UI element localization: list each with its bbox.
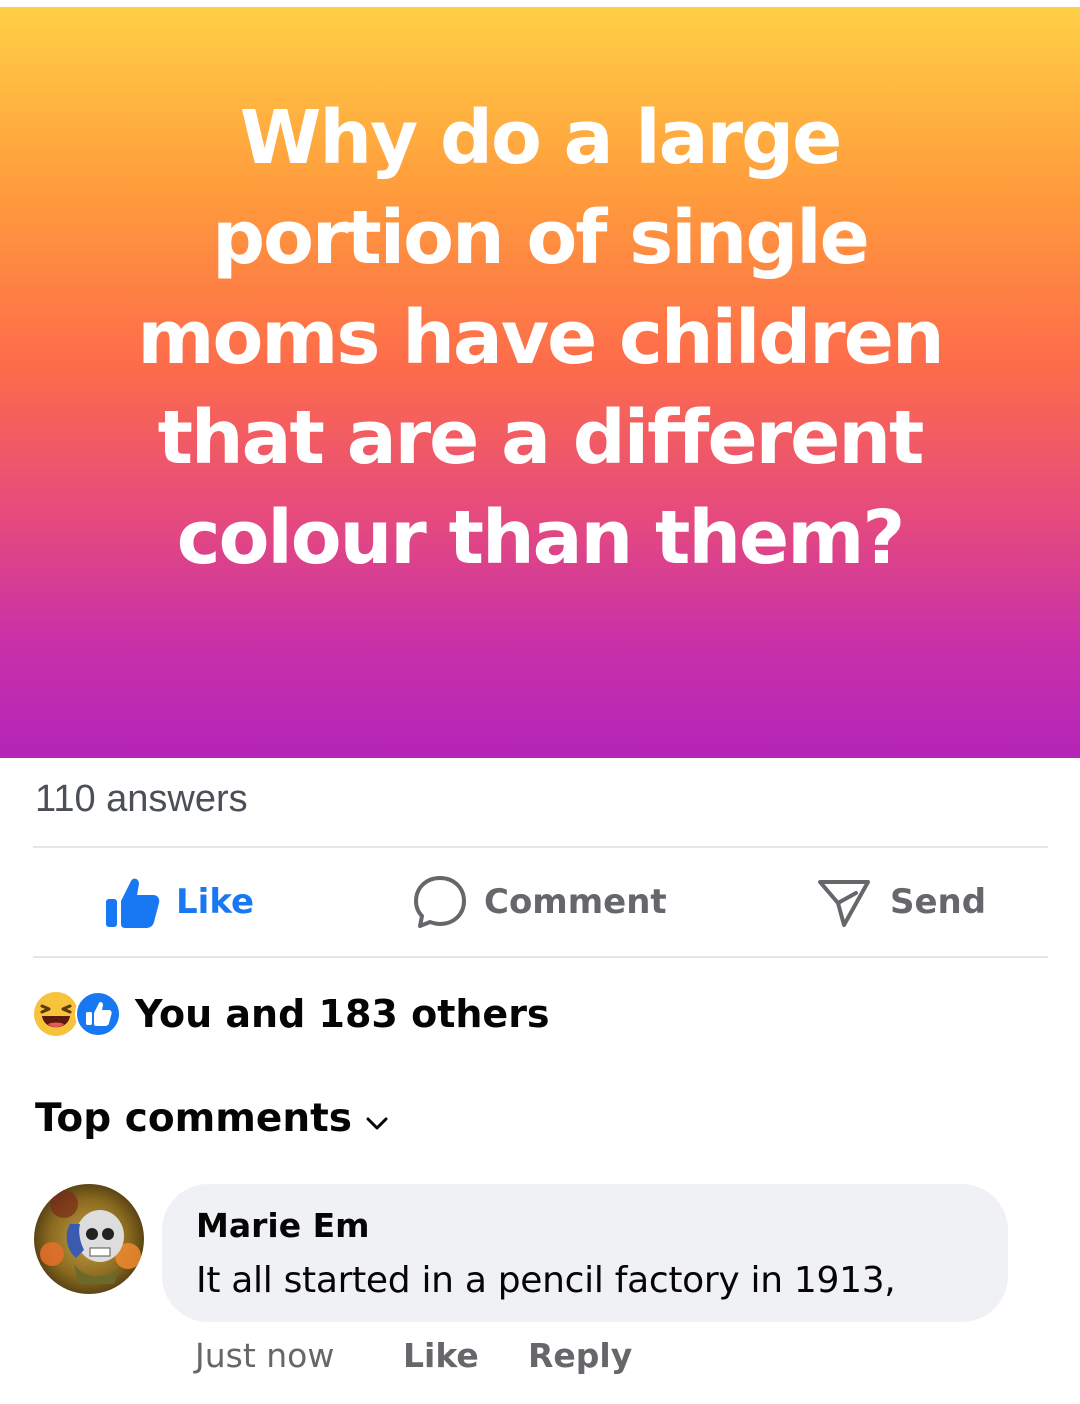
comment-text: It all started in a pencil factory in 19… [196, 1260, 896, 1301]
send-icon [816, 875, 872, 929]
action-bar: Like Comment Send [0, 848, 1080, 956]
comment-like-button[interactable]: Like [403, 1334, 479, 1378]
laugh-emoji-icon [33, 991, 79, 1037]
answers-count[interactable]: 110 answers [35, 778, 248, 821]
reactions-summary[interactable]: You and 183 others [33, 988, 550, 1040]
comment-author[interactable]: Marie Em [196, 1204, 1008, 1248]
send-button[interactable]: Send [816, 848, 986, 956]
question-card: Why do a large portion of single moms ha… [0, 7, 1080, 758]
thumbs-up-icon [104, 875, 160, 929]
comment-bubble-icon [412, 874, 468, 930]
question-text: Why do a large portion of single moms ha… [137, 94, 944, 581]
comment-label: Comment [484, 882, 667, 922]
comment-timestamp: Just now [195, 1336, 335, 1375]
like-button[interactable]: Like [104, 848, 254, 956]
comment-reply-button[interactable]: Reply [528, 1334, 632, 1378]
chevron-down-icon [352, 1096, 388, 1141]
send-label: Send [890, 882, 987, 922]
like-label: Like [176, 882, 255, 922]
comment-button[interactable]: Comment [412, 848, 667, 956]
like-reaction-icon [75, 991, 121, 1037]
avatar[interactable] [34, 1184, 144, 1294]
top-comments-filter[interactable]: Top comments [35, 1092, 388, 1144]
top-comments-label: Top comments [35, 1095, 352, 1141]
comment-bubble: Marie Em It all started in a pencil fact… [162, 1184, 1008, 1322]
reactions-text: You and 183 others [135, 992, 550, 1036]
divider-bottom [33, 956, 1048, 958]
